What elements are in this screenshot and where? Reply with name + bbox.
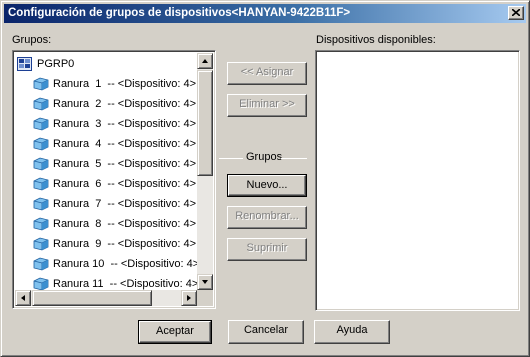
device-cube-icon	[33, 97, 49, 111]
tree-item-label: Ranura 10 -- <Dispositivo: 4>	[53, 258, 197, 270]
new-group-button[interactable]: Nuevo...	[227, 174, 307, 197]
title-bar[interactable]: Configuración de grupos de dispositivos<…	[4, 4, 526, 23]
tree-item-label: Ranura 9 -- <Dispositivo: 4> 0	[53, 238, 197, 250]
close-icon	[512, 9, 520, 16]
tree-item-label: Ranura 6 -- <Dispositivo: 4> 0	[53, 178, 197, 190]
device-cube-icon	[33, 157, 49, 171]
scroll-up-button[interactable]	[197, 53, 213, 69]
dialog-title: Configuración de grupos de dispositivos<…	[8, 7, 351, 19]
device-cube-icon	[33, 137, 49, 151]
device-cube-icon	[33, 257, 49, 271]
tree-vertical-scrollbar[interactable]	[197, 53, 213, 290]
tree-item-label: Ranura 3 -- <Dispositivo: 4> 0	[53, 118, 197, 130]
tree-horizontal-scrollbar[interactable]	[15, 290, 197, 306]
scroll-thumb[interactable]	[197, 70, 213, 176]
remove-button[interactable]: Eliminar >>	[227, 94, 307, 117]
arrow-right-icon	[187, 295, 191, 301]
scrollbar-corner	[197, 290, 213, 306]
scroll-right-button[interactable]	[181, 290, 197, 306]
groups-tree-viewport: PGRP0 Ranura 1 -- <Dispositivo: 4> 0 Ranu…	[15, 53, 197, 290]
arrow-left-icon	[21, 295, 25, 301]
groups-section-header: Grupos	[219, 151, 307, 163]
tree-item-label: Ranura 7 -- <Dispositivo: 4> 0	[53, 198, 197, 210]
help-button[interactable]: Ayuda	[314, 320, 390, 344]
groups-divider-left	[219, 158, 243, 159]
close-button[interactable]	[508, 6, 524, 20]
tree-root-label: PGRP0	[37, 58, 75, 70]
cancel-button[interactable]: Cancelar	[228, 320, 304, 344]
delete-group-button[interactable]: Suprimir	[227, 238, 307, 261]
tree-item-label: Ranura 11 -- <Dispositivo: 4>	[53, 278, 197, 290]
device-cube-icon	[33, 217, 49, 231]
device-cube-icon	[33, 117, 49, 131]
tree-item-label: Ranura 1 -- <Dispositivo: 4> 0	[53, 78, 197, 90]
rename-group-button[interactable]: Renombrar...	[227, 206, 307, 229]
arrow-down-icon	[202, 280, 208, 284]
device-cube-icon	[33, 197, 49, 211]
available-devices-list[interactable]	[315, 50, 520, 311]
device-cube-icon	[33, 77, 49, 91]
arrow-up-icon	[202, 59, 208, 63]
device-cube-icon	[33, 177, 49, 191]
group-folder-icon	[17, 57, 32, 71]
groups-label: Grupos:	[12, 34, 52, 46]
tree-item-label: Ranura 4 -- <Dispositivo: 4> 0	[53, 138, 197, 150]
tree-item-label: Ranura 5 -- <Dispositivo: 4> 0	[53, 158, 197, 170]
accept-button[interactable]: Aceptar	[138, 320, 212, 344]
tree-item-label: Ranura 8 -- <Dispositivo: 4> 0	[53, 218, 197, 230]
device-cube-icon	[33, 237, 49, 251]
tree-item-label: Ranura 2 -- <Dispositivo: 4> 0	[53, 98, 197, 110]
hscroll-thumb[interactable]	[32, 290, 152, 306]
device-groups-dialog: Configuración de grupos de dispositivos<…	[0, 0, 530, 357]
groups-section-label: Grupos	[246, 151, 283, 163]
scroll-left-button[interactable]	[15, 290, 31, 306]
available-devices-label: Dispositivos disponibles:	[316, 34, 436, 46]
groups-divider-right	[281, 158, 307, 159]
device-cube-icon	[33, 277, 49, 290]
groups-tree[interactable]: PGRP0 Ranura 1 -- <Dispositivo: 4> 0 Ranu…	[12, 50, 216, 309]
scroll-down-button[interactable]	[197, 274, 213, 290]
assign-button[interactable]: << Asignar	[227, 62, 307, 85]
